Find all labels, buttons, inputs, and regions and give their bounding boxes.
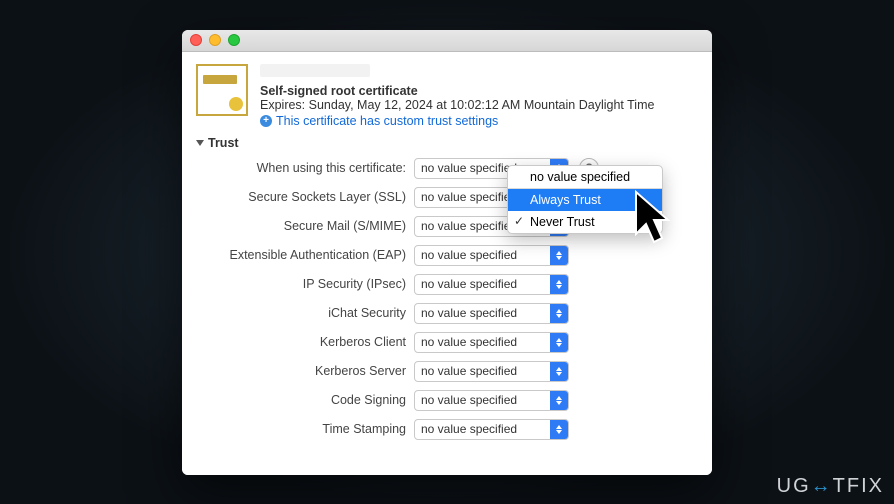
certificate-header-text: Self-signed root certificate Expires: Su… — [260, 64, 698, 128]
trust-policy-popup[interactable]: no value specified — [414, 274, 569, 295]
trust-policy-dropdown-menu[interactable]: no value specified Always Trust Never Tr… — [507, 165, 663, 234]
popup-arrows-icon — [550, 362, 568, 381]
popup-arrows-icon — [550, 333, 568, 352]
trust-row: iChat Security no value specified — [196, 303, 698, 324]
popup-arrows-icon — [550, 420, 568, 439]
maximize-button[interactable] — [228, 34, 240, 46]
trust-row-label: Secure Sockets Layer (SSL) — [196, 190, 414, 204]
trust-policy-value: no value specified — [421, 306, 517, 320]
trust-row: Kerberos Server no value specified — [196, 361, 698, 382]
trust-policy-value: no value specified — [421, 277, 517, 291]
window-content: Self-signed root certificate Expires: Su… — [182, 52, 712, 475]
trust-row-label: Code Signing — [196, 393, 414, 407]
trust-row-label: Kerberos Server — [196, 364, 414, 378]
trust-row-label: When using this certificate: — [196, 161, 414, 175]
trust-row-label: Kerberos Client — [196, 335, 414, 349]
certificate-type: Self-signed root certificate — [260, 84, 698, 98]
trust-policy-value: no value specified — [421, 364, 517, 378]
trust-policy-popup[interactable]: no value specified — [414, 303, 569, 324]
trust-policy-value: no value specified — [421, 190, 517, 204]
plus-icon: + — [260, 115, 272, 127]
trust-row-label: Secure Mail (S/MIME) — [196, 219, 414, 233]
trust-label: Trust — [208, 136, 239, 150]
trust-row: Kerberos Client no value specified — [196, 332, 698, 353]
close-button[interactable] — [190, 34, 202, 46]
certificate-name-redacted — [260, 64, 370, 77]
popup-arrows-icon — [550, 391, 568, 410]
trust-row-label: Extensible Authentication (EAP) — [196, 248, 414, 262]
custom-trust-text: This certificate has custom trust settin… — [276, 114, 498, 128]
watermark-prefix: UG — [777, 475, 811, 497]
trust-policy-value: no value specified — [421, 422, 517, 436]
popup-arrows-icon — [550, 275, 568, 294]
trust-policy-value: no value specified — [421, 161, 517, 175]
trust-row: Time Stamping no value specified — [196, 419, 698, 440]
trust-row: IP Security (IPsec) no value specified — [196, 274, 698, 295]
trust-policy-popup[interactable]: no value specified — [414, 361, 569, 382]
trust-policy-value: no value specified — [421, 393, 517, 407]
trust-row-label: IP Security (IPsec) — [196, 277, 414, 291]
trust-policy-popup[interactable]: no value specified — [414, 390, 569, 411]
trust-policy-value: no value specified — [421, 335, 517, 349]
trust-row: Extensible Authentication (EAP) no value … — [196, 245, 698, 266]
trust-policy-popup[interactable]: no value specified — [414, 245, 569, 266]
custom-trust-line: + This certificate has custom trust sett… — [260, 114, 698, 128]
trust-policy-value: no value specified — [421, 248, 517, 262]
dropdown-item-never-trust[interactable]: Never Trust — [508, 211, 662, 233]
trust-row-label: iChat Security — [196, 306, 414, 320]
certificate-icon — [196, 64, 248, 116]
dropdown-item-always-trust[interactable]: Always Trust — [508, 189, 662, 211]
trust-section-header[interactable]: Trust — [196, 136, 698, 150]
minimize-button[interactable] — [209, 34, 221, 46]
trust-policy-value: no value specified — [421, 219, 517, 233]
disclosure-triangle-icon — [196, 140, 204, 146]
popup-arrows-icon — [550, 246, 568, 265]
watermark-arrow-icon: ↔ — [811, 475, 833, 497]
trust-policy-popup[interactable]: no value specified — [414, 419, 569, 440]
certificate-header: Self-signed root certificate Expires: Su… — [196, 64, 698, 128]
trust-policy-popup[interactable]: no value specified — [414, 332, 569, 353]
certificate-expiry: Expires: Sunday, May 12, 2024 at 10:02:1… — [260, 98, 698, 112]
watermark: UG↔TFIX — [777, 475, 884, 498]
certificate-window: Self-signed root certificate Expires: Su… — [182, 30, 712, 475]
trust-row: Code Signing no value specified — [196, 390, 698, 411]
trust-row-label: Time Stamping — [196, 422, 414, 436]
popup-arrows-icon — [550, 304, 568, 323]
dropdown-item-no-value[interactable]: no value specified — [508, 166, 662, 188]
watermark-suffix: TFIX — [833, 475, 884, 497]
titlebar — [182, 30, 712, 52]
